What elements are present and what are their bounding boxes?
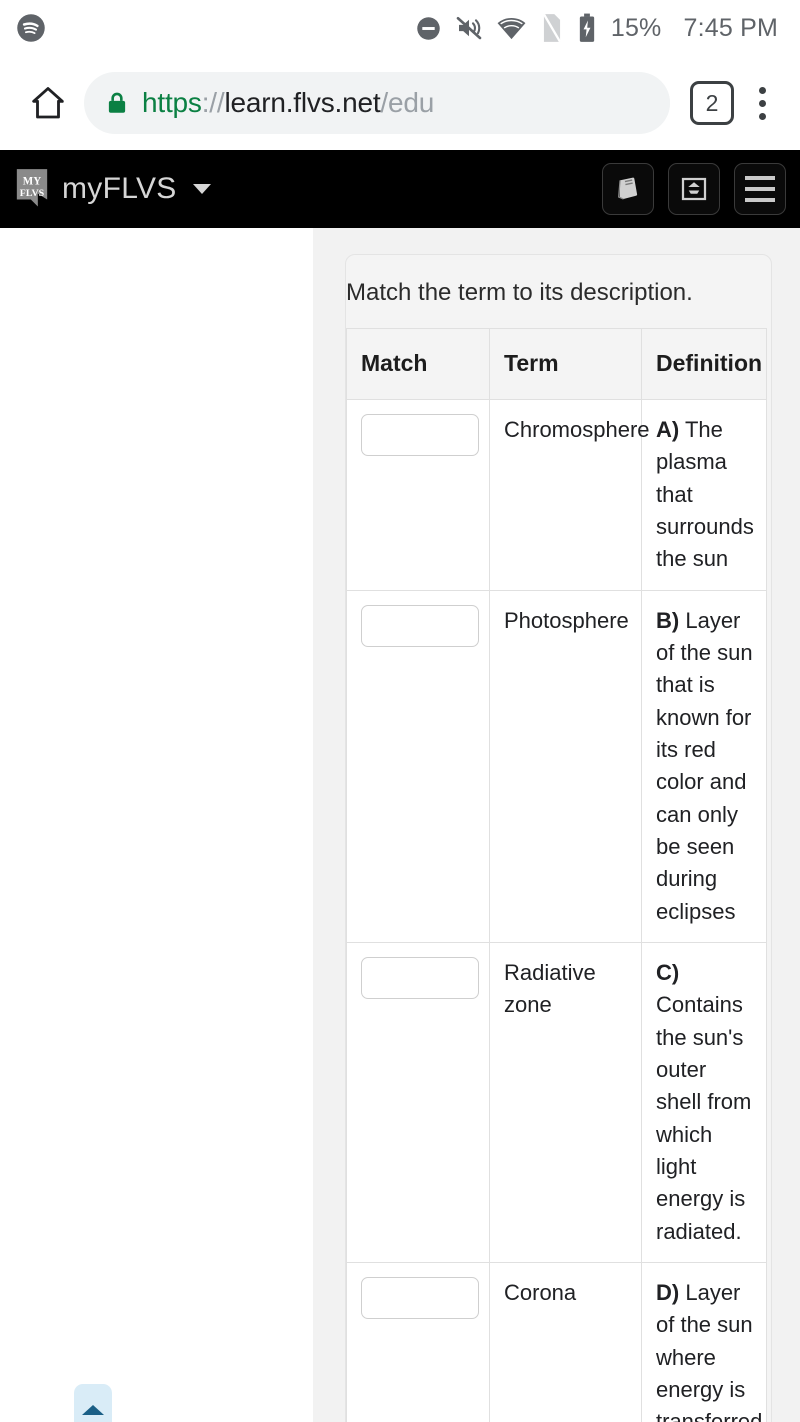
scroll-to-top-button[interactable]: [74, 1384, 112, 1422]
home-icon[interactable]: [22, 83, 74, 123]
kebab-dot: [758, 112, 766, 120]
kebab-dot: [758, 86, 766, 94]
url-bar[interactable]: https://learn.flvs.net/edu: [84, 72, 670, 134]
sim-card-icon: [539, 13, 565, 43]
browser-toolbar: https://learn.flvs.net/edu 2: [0, 56, 800, 150]
definition-cell: D) Layer of the sun where energy is tran…: [641, 1261, 767, 1422]
wifi-icon: [496, 13, 527, 44]
url-scheme: https: [142, 87, 202, 118]
table-row: Corona D) Layer of the sun where energy …: [346, 1261, 767, 1422]
definition-text: Layer of the sun that is known for its r…: [656, 607, 753, 924]
tab-count-label: 2: [705, 89, 719, 116]
column-header-term: Term: [489, 328, 642, 400]
battery-charging-icon: [577, 13, 597, 43]
myflvs-logo-icon: MY FLVS: [14, 168, 50, 210]
definition-letter: A): [656, 416, 680, 442]
page-body: Match the term to its description. Match…: [0, 228, 800, 1422]
triangle-up-icon: [82, 1405, 104, 1415]
match-answer-input[interactable]: [361, 604, 479, 647]
match-cell: [346, 589, 490, 943]
kebab-menu-icon[interactable]: [742, 78, 782, 128]
term-cell: Photosphere: [489, 589, 642, 943]
kebab-dot: [758, 99, 766, 107]
table-row: Chromosphere A) The plasma that surround…: [346, 398, 767, 591]
tab-switcher-button[interactable]: 2: [690, 81, 734, 125]
match-cell: [346, 398, 490, 591]
left-rail: [0, 228, 313, 1422]
match-answer-input[interactable]: [361, 413, 479, 456]
status-bar-system-icons: 15% 7:45 PM: [415, 13, 778, 44]
brand-menu[interactable]: MY FLVS myFLVS: [14, 168, 211, 210]
definition-cell: B) Layer of the sun that is known for it…: [641, 589, 767, 943]
match-cell: [346, 941, 490, 1263]
brand-label: myFLVS: [62, 172, 177, 205]
question-prompt: Match the term to its description.: [346, 279, 693, 306]
hamburger-line: [745, 187, 775, 191]
term-cell: Radiative zone: [489, 941, 642, 1263]
header-actions: [602, 163, 786, 215]
battery-percent-label: 15%: [610, 13, 662, 42]
hamburger-line: [745, 198, 775, 202]
definition-letter: B): [656, 607, 680, 633]
spotify-icon: [16, 13, 46, 43]
url-separator: ://: [201, 87, 225, 118]
inbox-icon[interactable]: [668, 163, 720, 215]
svg-text:FLVS: FLVS: [20, 188, 45, 199]
definition-cell: A) The plasma that surrounds the sun: [641, 398, 767, 591]
url-text: https://learn.flvs.net/edu: [142, 87, 434, 119]
match-cell: [346, 1261, 490, 1422]
column-header-match: Match: [346, 328, 490, 400]
definition-letter: C): [656, 959, 680, 985]
volume-muted-icon: [454, 13, 484, 43]
svg-text:MY: MY: [23, 175, 41, 187]
chevron-down-icon[interactable]: [192, 184, 211, 194]
column-header-definition: Definition: [641, 328, 767, 400]
definition-cell: C) Contains the sun's outer shell from w…: [641, 941, 767, 1263]
term-cell: Corona: [489, 1261, 642, 1422]
definition-letter: D): [656, 1279, 680, 1305]
do-not-disturb-icon: [415, 15, 442, 42]
table-row: Photosphere B) Layer of the sun that is …: [346, 589, 767, 943]
status-bar-clock: 7:45 PM: [683, 13, 778, 42]
matching-table: Match Term Definition Chromosphere A) Th…: [346, 328, 767, 1422]
url-host: learn.flvs.net: [224, 87, 381, 118]
hamburger-line: [745, 176, 775, 180]
question-card: Match the term to its description. Match…: [345, 254, 772, 1422]
url-path: /edu: [380, 87, 435, 118]
myflvs-app-header: MY FLVS myFLVS: [0, 150, 800, 228]
hamburger-icon[interactable]: [734, 163, 786, 215]
term-cell: Chromosphere: [489, 398, 650, 591]
assessment-content: Match the term to its description. Match…: [313, 228, 800, 1422]
definition-text: Contains the sun's outer shell from whic…: [656, 992, 752, 1244]
book-icon[interactable]: [602, 163, 654, 215]
match-answer-input[interactable]: [361, 956, 479, 999]
table-header-row: Match Term Definition: [346, 328, 767, 400]
table-row: Radiative zone C) Contains the sun's out…: [346, 941, 767, 1263]
lock-icon: [104, 90, 130, 116]
android-status-bar: 15% 7:45 PM: [0, 0, 800, 56]
status-bar-notifications: [16, 13, 46, 43]
match-answer-input[interactable]: [361, 1276, 479, 1319]
